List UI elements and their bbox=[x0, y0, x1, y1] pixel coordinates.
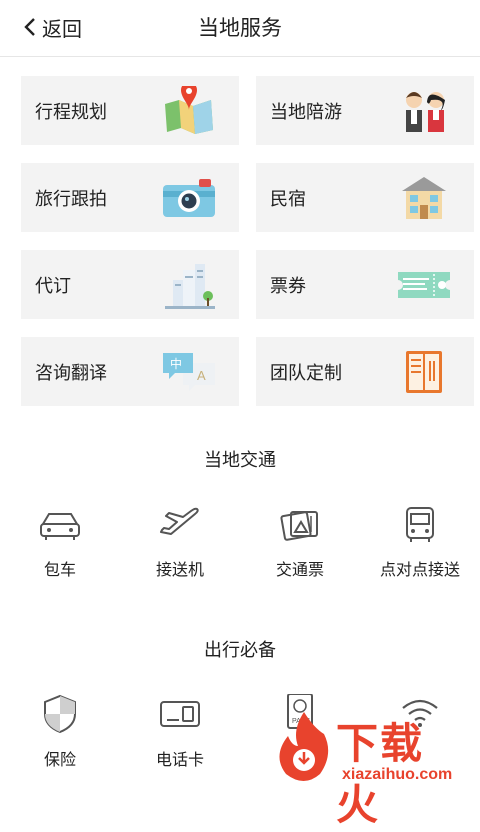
transport-label: 包车 bbox=[43, 562, 76, 579]
transport-label: 接送机 bbox=[155, 562, 204, 579]
camera-icon bbox=[163, 179, 215, 217]
service-label: 代订 bbox=[35, 276, 71, 296]
flame-icon bbox=[279, 712, 329, 781]
transport-section-title: 当地交通 bbox=[204, 450, 276, 470]
car-icon bbox=[40, 513, 80, 540]
menu-book-icon bbox=[406, 351, 442, 393]
shield-icon bbox=[44, 694, 76, 734]
service-label: 行程规划 bbox=[35, 102, 107, 122]
top-bar: 返回 当地服务 bbox=[0, 0, 480, 57]
translate-bubble-icon: A 中 bbox=[163, 353, 215, 391]
service-card-travel-photo[interactable]: 旅行跟拍 bbox=[21, 163, 239, 232]
tickets-icon bbox=[280, 511, 318, 541]
buildings-icon bbox=[165, 264, 215, 309]
essential-label: 保险 bbox=[43, 752, 76, 769]
sim-card-icon bbox=[160, 701, 200, 727]
transport-label: 交通票 bbox=[275, 562, 324, 579]
transport-label: 点对点接送 bbox=[379, 562, 460, 579]
guide-couple-icon bbox=[406, 92, 445, 132]
service-label: 票券 bbox=[270, 276, 306, 296]
service-label: 团队定制 bbox=[270, 363, 342, 383]
service-card-itinerary[interactable]: 行程规划 bbox=[21, 76, 239, 145]
essential-sim-card[interactable]: 电话卡 bbox=[120, 694, 240, 774]
svg-text:中: 中 bbox=[170, 356, 182, 371]
svg-text:A: A bbox=[197, 368, 206, 383]
map-pin-icon bbox=[165, 86, 213, 134]
service-card-translate[interactable]: 咨询翻译 A 中 bbox=[21, 337, 239, 406]
essential-label: 电话卡 bbox=[155, 752, 204, 769]
service-card-homestay[interactable]: 民宿 bbox=[256, 163, 474, 232]
service-label: 咨询翻译 bbox=[35, 363, 107, 383]
watermark-logo: 下载火 xiazaihuo.com bbox=[272, 708, 462, 828]
service-label: 旅行跟拍 bbox=[35, 189, 107, 209]
ticket-icon bbox=[398, 272, 450, 298]
page-title: 当地服务 bbox=[198, 17, 282, 40]
transport-point-to-point[interactable]: 点对点接送 bbox=[360, 504, 480, 584]
service-card-tickets[interactable]: 票券 bbox=[256, 250, 474, 319]
plane-icon bbox=[160, 507, 199, 535]
essentials-section-title: 出行必备 bbox=[204, 640, 276, 660]
service-card-group-custom[interactable]: 团队定制 bbox=[256, 337, 474, 406]
service-label: 民宿 bbox=[270, 189, 306, 209]
watermark-url: xiazaihuo.com bbox=[342, 766, 453, 783]
house-icon bbox=[402, 177, 446, 219]
transport-ticket[interactable]: 交通票 bbox=[240, 504, 360, 584]
service-card-booking[interactable]: 代订 bbox=[21, 250, 239, 319]
essential-insurance[interactable]: 保险 bbox=[0, 694, 120, 774]
service-label: 当地陪游 bbox=[270, 102, 342, 122]
service-card-local-guide[interactable]: 当地陪游 bbox=[256, 76, 474, 145]
transport-chartered-car[interactable]: 包车 bbox=[0, 504, 120, 584]
transport-airport-transfer[interactable]: 接送机 bbox=[120, 504, 240, 584]
bus-icon bbox=[406, 507, 434, 542]
